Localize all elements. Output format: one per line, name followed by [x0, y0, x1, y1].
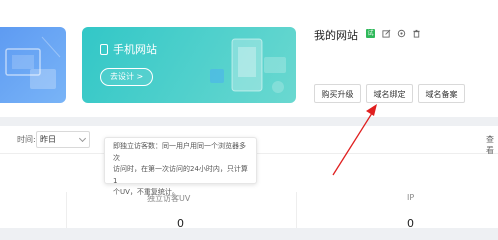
annotation-arrow [332, 104, 377, 176]
